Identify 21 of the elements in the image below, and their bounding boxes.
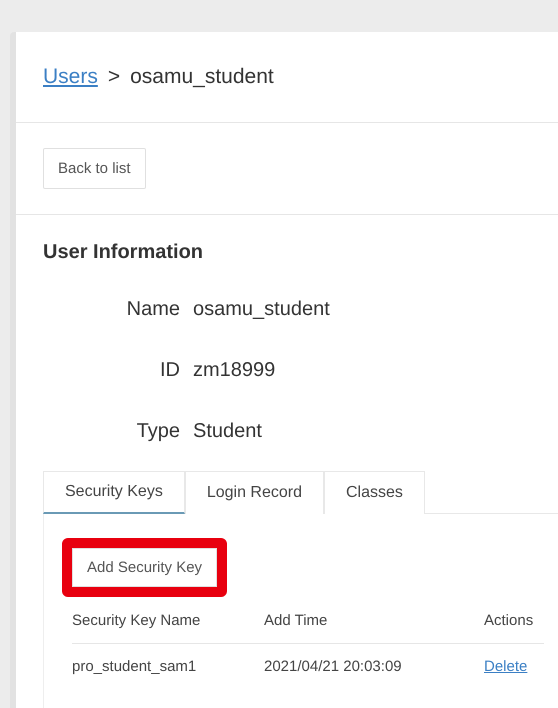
field-label: ID [159, 359, 180, 382]
tab[interactable]: Security Keys [43, 471, 185, 514]
users-link[interactable]: Users [43, 65, 98, 89]
tab[interactable]: Login Record [184, 471, 324, 514]
breadcrumb-separator: > [108, 65, 120, 89]
field-value: zm18999 [193, 359, 276, 382]
table-cell-text: 2021/04/21 20:03:09 [264, 657, 403, 677]
back-button[interactable]: Back to list [43, 148, 146, 189]
tab[interactable]: Classes [324, 471, 425, 514]
field-value: osamu_student [193, 298, 331, 321]
column-header: Add Time [264, 609, 484, 644]
add-security-key-button[interactable]: Add Security Key [72, 548, 218, 587]
section-title: User Information [43, 241, 204, 264]
column-header: Actions [484, 609, 544, 644]
field-value: Student [193, 420, 263, 443]
field-label: Type [136, 420, 180, 443]
field-label: Name [126, 298, 180, 321]
breadcrumb-current: osamu_student [130, 65, 274, 89]
table-cell-text: pro_student_sam1 [72, 657, 198, 677]
column-header: Security Key Name [72, 609, 264, 644]
delete-link[interactable]: Delete [484, 658, 528, 675]
